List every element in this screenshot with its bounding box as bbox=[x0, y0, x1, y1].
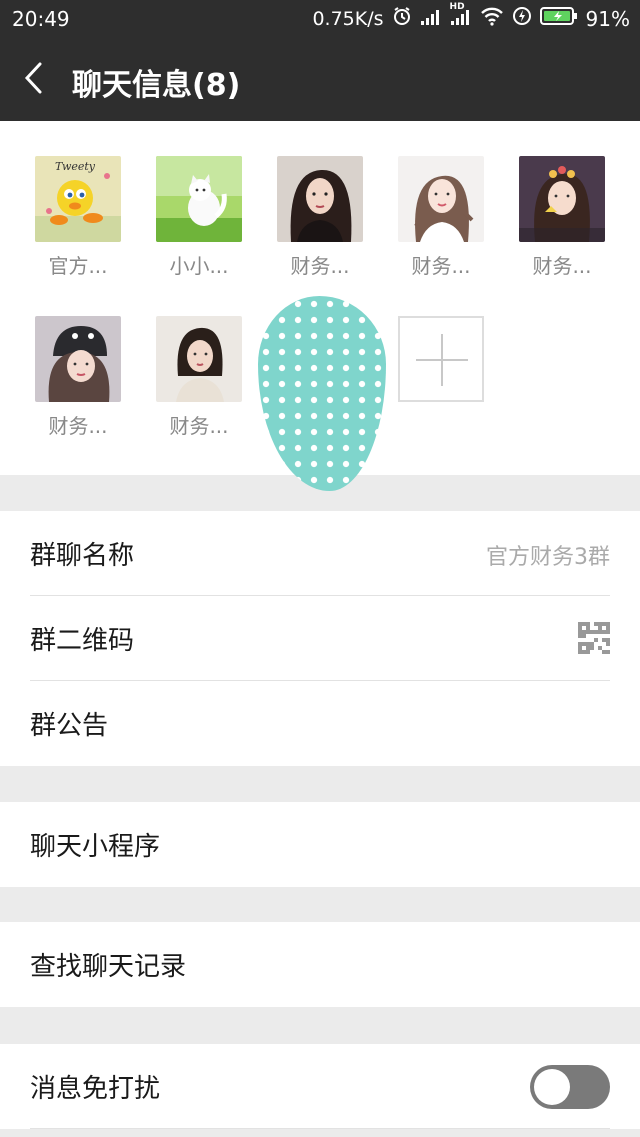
member-item[interactable]: 财务... bbox=[398, 156, 484, 279]
wifi-icon bbox=[480, 6, 504, 31]
search-history-section: 查找聊天记录 bbox=[0, 922, 640, 1007]
signal-icon bbox=[420, 7, 442, 31]
member-item[interactable]: Tweety 官方... bbox=[35, 156, 121, 279]
charging-icon bbox=[512, 6, 532, 31]
group-name-row[interactable]: 群聊名称 官方财务3群 bbox=[0, 511, 640, 596]
girl-sticker-avatar bbox=[519, 156, 605, 242]
toggle-knob bbox=[534, 1069, 570, 1105]
member-name: 财务... bbox=[48, 414, 108, 438]
status-time: 20:49 bbox=[12, 7, 70, 31]
hd-label: HD bbox=[449, 2, 465, 12]
mute-label: 消息免打扰 bbox=[30, 1074, 161, 1104]
mini-programs-row[interactable]: 聊天小程序 bbox=[0, 802, 640, 887]
group-name-value: 官方财务3群 bbox=[486, 545, 610, 570]
mini-programs-section: 聊天小程序 bbox=[0, 802, 640, 887]
member-name: 小小... bbox=[169, 254, 229, 278]
girl-dark-hair-avatar bbox=[277, 156, 363, 242]
qr-code-icon bbox=[578, 622, 610, 654]
member-item[interactable]: 财务... bbox=[156, 316, 242, 439]
status-right-group: 0.75K/s HD 91% bbox=[312, 2, 630, 31]
network-speed: 0.75K/s bbox=[312, 7, 384, 30]
search-history-row[interactable]: 查找聊天记录 bbox=[0, 922, 640, 1007]
tweety-bird-avatar: Tweety bbox=[35, 156, 121, 242]
girl-selfie-avatar bbox=[398, 156, 484, 242]
mute-row: 消息免打扰 bbox=[0, 1044, 640, 1129]
member-name: 财务... bbox=[169, 414, 229, 438]
white-cat-avatar bbox=[156, 156, 242, 242]
alarm-icon bbox=[392, 6, 412, 31]
svg-text:Tweety: Tweety bbox=[55, 160, 96, 173]
member-name: 财务... bbox=[290, 254, 350, 278]
announcement-label: 群公告 bbox=[30, 711, 109, 741]
nav-bar: 聊天信息(8) bbox=[0, 38, 640, 121]
member-name: 官方... bbox=[48, 254, 108, 278]
member-name: 财务... bbox=[411, 254, 471, 278]
battery-percent: 91% bbox=[585, 6, 630, 31]
member-item[interactable]: 财务... bbox=[277, 156, 363, 279]
back-button[interactable] bbox=[16, 58, 56, 98]
announcement-row[interactable]: 群公告 bbox=[0, 681, 640, 766]
search-history-label: 查找聊天记录 bbox=[30, 952, 187, 982]
member-item[interactable]: 财务... bbox=[35, 316, 121, 439]
divider bbox=[30, 1128, 610, 1129]
member-name: 财务... bbox=[532, 254, 592, 278]
group-name-label: 群聊名称 bbox=[30, 541, 135, 571]
mute-toggle[interactable] bbox=[530, 1065, 610, 1109]
add-member-button[interactable] bbox=[398, 316, 484, 402]
member-item[interactable]: 小小... bbox=[156, 156, 242, 279]
page-title: 聊天信息(8) bbox=[72, 68, 241, 103]
qr-code-row[interactable]: 群二维码 bbox=[0, 596, 640, 681]
girl-short-hair-avatar bbox=[156, 316, 242, 402]
mini-programs-label: 聊天小程序 bbox=[30, 832, 161, 862]
battery-icon bbox=[539, 6, 578, 31]
chevron-left-icon bbox=[24, 62, 42, 94]
notifications-section: 消息免打扰 bbox=[0, 1044, 640, 1129]
group-info-section: 群聊名称 官方财务3群 群二维码 群公告 bbox=[0, 511, 640, 766]
girl-cat-hat-avatar bbox=[35, 316, 121, 402]
member-item[interactable]: 财务... bbox=[519, 156, 605, 279]
qr-code-label: 群二维码 bbox=[30, 626, 135, 656]
hd-signal-icon: HD bbox=[450, 2, 472, 31]
status-bar: 20:49 0.75K/s HD 91% bbox=[0, 0, 640, 38]
